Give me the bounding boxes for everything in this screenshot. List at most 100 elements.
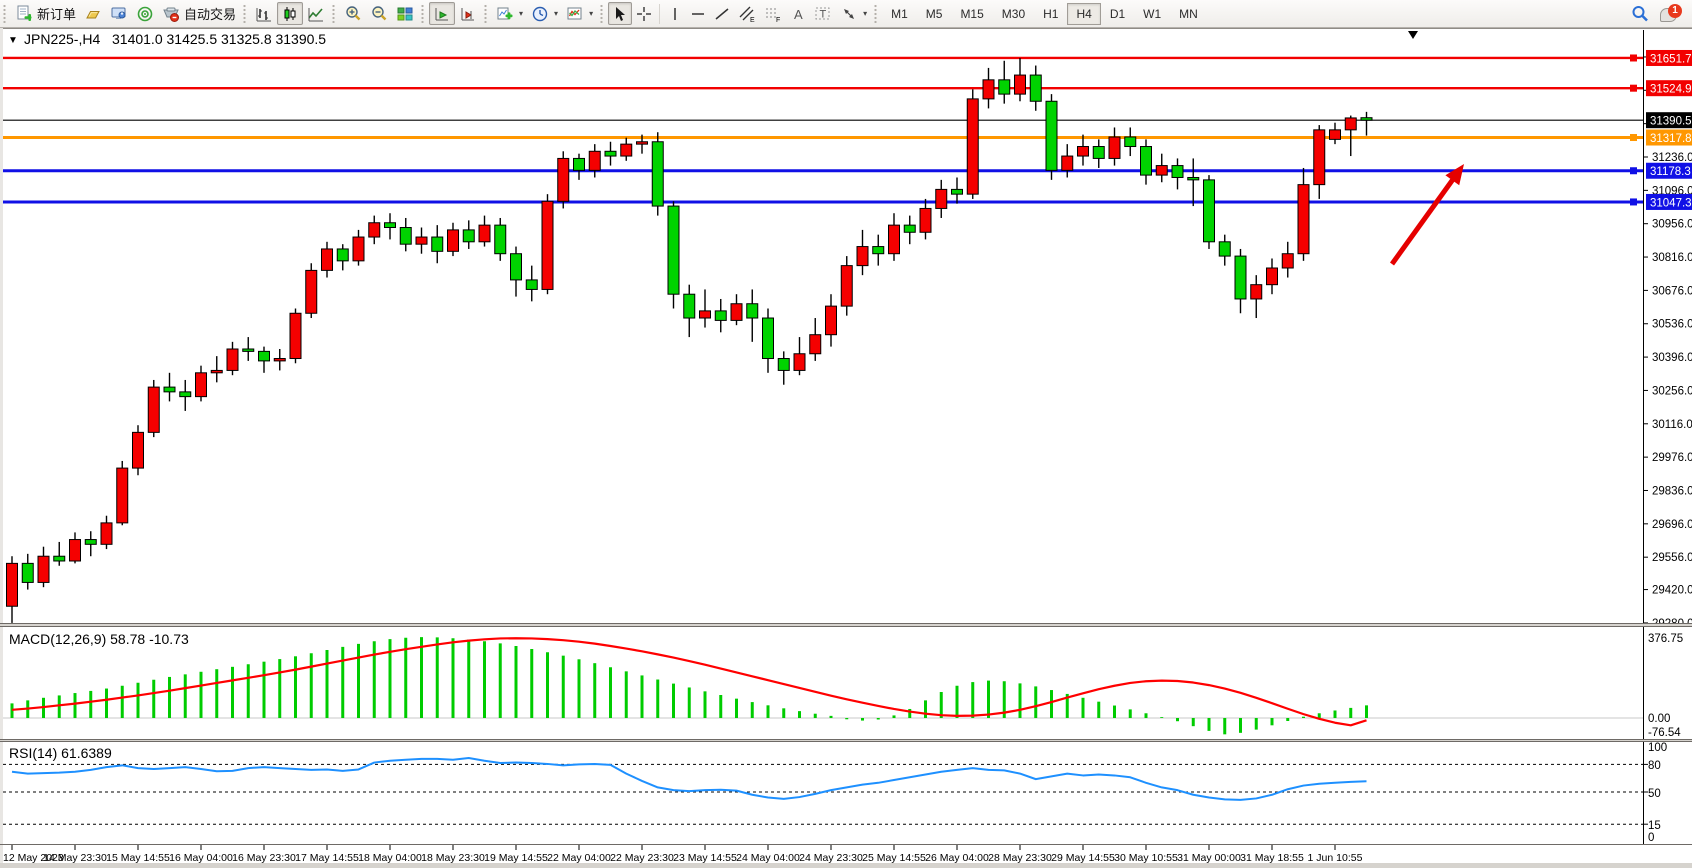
notifications-button[interactable]: 1: [1660, 4, 1682, 24]
symbol-dropdown-icon[interactable]: ▼: [8, 35, 18, 46]
candle-body: [1282, 254, 1293, 268]
text-label-tool-button[interactable]: T: [810, 2, 836, 25]
toolbar-grip[interactable]: [242, 5, 247, 23]
horizontal-line-tool-button[interactable]: [686, 2, 710, 25]
candle-body: [826, 306, 837, 335]
line-chart-button[interactable]: [303, 2, 329, 25]
candle-body: [873, 247, 884, 254]
hline-anchor[interactable]: [1630, 54, 1637, 61]
candle-body: [542, 201, 553, 289]
hline-anchor[interactable]: [1630, 198, 1637, 205]
new-order-button[interactable]: 新订单: [11, 2, 80, 25]
hline-anchor[interactable]: [1630, 85, 1637, 92]
candle-body: [936, 189, 947, 208]
search-icon[interactable]: [1630, 4, 1650, 24]
new-order-icon: [15, 5, 33, 23]
vertical-line-tool-button[interactable]: [663, 2, 686, 25]
candle-body: [227, 349, 238, 370]
candle-body: [589, 151, 600, 170]
timeframe-button-D1[interactable]: D1: [1101, 3, 1134, 25]
candle-body: [668, 206, 679, 294]
bar-chart-button[interactable]: [251, 2, 277, 25]
market-depth-button[interactable]: [80, 2, 106, 25]
candle-body: [684, 294, 695, 318]
chart-window[interactable]: ▼ JPN225-,H4 31401.0 31425.5 31325.8 313…: [0, 0, 1692, 868]
toolbar-grip[interactable]: [331, 5, 336, 23]
timeframe-button-M5[interactable]: M5: [917, 3, 952, 25]
toolbar-grip[interactable]: [420, 5, 425, 23]
hline-anchor[interactable]: [1630, 134, 1637, 141]
candle-body: [857, 247, 868, 266]
candle-body: [196, 373, 207, 397]
candle-body: [1298, 185, 1309, 254]
auto-trading-button[interactable]: 自动交易: [158, 2, 240, 25]
zoom-out-button[interactable]: [366, 2, 392, 25]
time-axis-label: 16 May 23:30: [232, 852, 296, 864]
toolbar-grip[interactable]: [2, 5, 7, 23]
toolbar-grip[interactable]: [483, 5, 488, 23]
candle-body: [211, 370, 222, 372]
timeframe-group: M1M5M15M30H1H4D1W1MN: [882, 3, 1207, 25]
template-icon: [566, 5, 584, 23]
text-icon: A: [790, 6, 806, 22]
notification-badge: 1: [1668, 4, 1682, 18]
price-badge-value: 31178.3: [1650, 166, 1691, 178]
svg-text:E: E: [750, 17, 755, 23]
templates-button[interactable]: ▾: [562, 2, 597, 25]
candle-body: [1015, 75, 1026, 94]
trendline-tool-button[interactable]: [710, 2, 734, 25]
candle-body: [810, 335, 821, 354]
time-axis-label: 24 May 04:00: [736, 852, 800, 864]
crosshair-tool-button[interactable]: [632, 2, 656, 25]
tile-windows-button[interactable]: [392, 2, 418, 25]
candle-body: [652, 142, 663, 206]
candle-body: [400, 228, 411, 245]
time-axis-label: 24 May 23:30: [799, 852, 863, 864]
rsi-scale-80: 80: [1648, 760, 1661, 772]
arrows-icon: [840, 5, 858, 23]
timeframe-button-H4[interactable]: H4: [1067, 3, 1100, 25]
dropdown-caret-icon: ▾: [519, 9, 523, 18]
candle-body: [1188, 177, 1199, 179]
line-chart-icon: [307, 5, 325, 23]
candlestick-chart-button[interactable]: [277, 2, 303, 25]
candle-body: [369, 223, 380, 237]
toolbar-grip[interactable]: [873, 5, 878, 23]
sounds-button[interactable]: [132, 2, 158, 25]
candle-body: [1361, 118, 1372, 121]
candle-body: [274, 359, 285, 361]
timeframe-button-H1[interactable]: H1: [1034, 3, 1067, 25]
time-axis-label: 22 May 04:00: [547, 852, 611, 864]
candle-body: [1330, 130, 1341, 140]
timeframe-button-W1[interactable]: W1: [1134, 3, 1170, 25]
candle-body: [1125, 137, 1136, 147]
strategy-tester-button[interactable]: [106, 2, 132, 25]
timeframe-button-M1[interactable]: M1: [882, 3, 917, 25]
cursor-tool-button[interactable]: [608, 2, 632, 25]
candle-body: [1314, 130, 1325, 185]
timeframe-button-MN[interactable]: MN: [1170, 3, 1207, 25]
text-tool-button[interactable]: A: [786, 2, 810, 25]
auto-scroll-button[interactable]: [429, 2, 455, 25]
sound-icon: [136, 5, 154, 23]
timeframe-button-M30[interactable]: M30: [993, 3, 1034, 25]
chart-shift-button[interactable]: [455, 2, 481, 25]
periods-button[interactable]: ▾: [527, 2, 562, 25]
fibonacci-tool-button[interactable]: F: [760, 2, 786, 25]
timeframe-button-M15[interactable]: M15: [951, 3, 992, 25]
indicators-button[interactable]: ▾: [492, 2, 527, 25]
candle-body: [337, 249, 348, 261]
clock-icon: [531, 5, 549, 23]
time-axis-label: 18 May 23:30: [421, 852, 485, 864]
candle-body: [38, 556, 49, 582]
zoom-in-button[interactable]: [340, 2, 366, 25]
toolbar-grip[interactable]: [599, 5, 604, 23]
price-badge-value: 31651.7: [1650, 53, 1692, 65]
equidistant-channel-tool-button[interactable]: E: [734, 2, 760, 25]
zoom-out-icon: [370, 5, 388, 23]
hline-anchor[interactable]: [1630, 167, 1637, 174]
candle-body: [180, 392, 191, 397]
arrows-tool-button[interactable]: ▾: [836, 2, 871, 25]
price-tick-label: 30956.0: [1652, 219, 1692, 231]
time-axis-label: 19 May 14:55: [484, 852, 548, 864]
